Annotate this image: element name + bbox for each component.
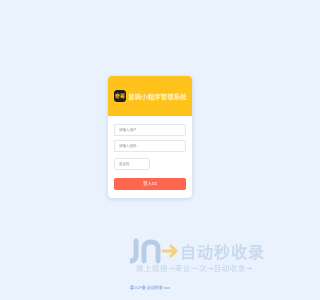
password-field[interactable]: 请输入密码 xyxy=(114,140,186,152)
app-title: 皇骑小程序管理系统 xyxy=(128,93,187,101)
login-card: 奇哥 皇骑小程序管理系统 请输入用户 请输入密码 验证码 登入02 xyxy=(108,76,192,198)
app-logo: 奇哥 xyxy=(114,90,126,102)
watermark-title: 自动秒收录 xyxy=(180,243,266,262)
footer-link[interactable]: 冀 ICP备 自动秒收 xxx xyxy=(0,285,300,291)
login-card-header: 奇哥 皇骑小程序管理系统 xyxy=(108,76,192,116)
watermark-logo-icon xyxy=(130,238,178,264)
watermark-tagline: 做上链接→来访一次→自动收录→ xyxy=(136,264,253,273)
login-button[interactable]: 登入02 xyxy=(114,178,186,190)
username-field[interactable]: 请输入用户 xyxy=(114,124,186,136)
watermark: 自动秒收录 做上链接→来访一次→自动收录→ xyxy=(130,238,282,276)
captcha-field[interactable]: 验证码 xyxy=(114,158,150,170)
